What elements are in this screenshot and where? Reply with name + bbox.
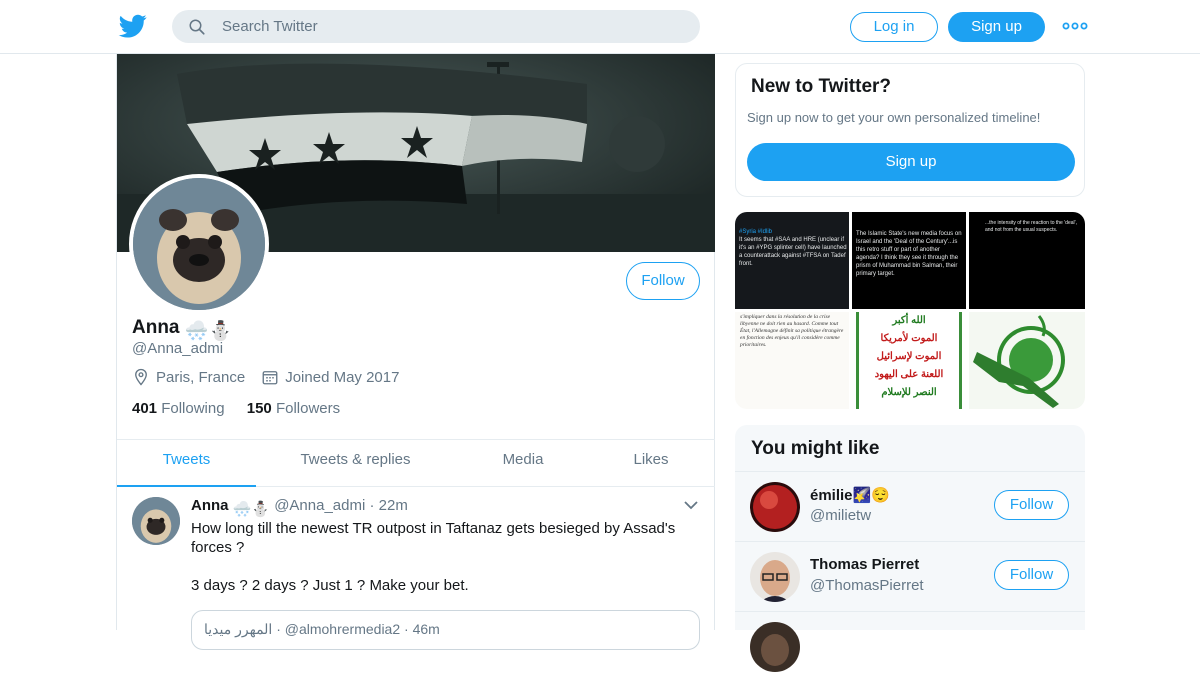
search-icon [189, 19, 205, 35]
media-thumb-3[interactable]: ...the intensity of the reaction to the … [969, 212, 1085, 309]
media-thumb-6[interactable] [969, 312, 1085, 409]
media-grid: #Syria #Idlib It seems that #SAA and HRE… [735, 212, 1085, 409]
tweet-avatar[interactable] [132, 497, 180, 545]
tab-likes[interactable]: Likes [617, 440, 685, 487]
suggested-user-handle: @ThomasPierret [810, 577, 924, 594]
media-thumb-3-text: ...the intensity of the reaction to the … [985, 220, 1077, 233]
slogan-line-3: الموت لإسرائيل [876, 351, 942, 362]
suggested-user-follow-button[interactable]: Follow [994, 560, 1069, 590]
suggested-user-name: Thomas Pierret [810, 556, 920, 573]
suggested-user-name: émilie🌠😌 [810, 486, 890, 504]
tweet-text-line2: 3 days ? 2 days ? Just 1 ? Make your bet… [191, 577, 469, 594]
profile-stats: 401 Following 150 Followers [132, 400, 340, 417]
slogan-line-5: النصر للإسلام [881, 387, 937, 398]
new-to-twitter-subtitle: Sign up now to get your own personalized… [747, 110, 1041, 125]
emblem-image [973, 315, 1065, 408]
top-bar: Log in Sign up [0, 0, 1200, 54]
suggested-user-name-emoji: 🌠😌 [852, 487, 890, 504]
followers-count: 150 [246, 400, 272, 417]
profile-column: Follow Anna 🌨️⛄ @Anna_admi Paris, France… [116, 54, 715, 650]
suggested-user-avatar[interactable] [750, 482, 800, 532]
slogan-line-4: اللعنة على اليهود [874, 369, 944, 380]
calendar-icon [262, 371, 278, 385]
profile-joined: Joined May 2017 [285, 368, 400, 386]
new-to-twitter-title: New to Twitter? [751, 76, 892, 97]
following-link[interactable]: 401 Following [132, 400, 225, 417]
media-thumb-1-tags: #Syria #Idlib [739, 229, 773, 235]
tweet-separator: · [369, 497, 379, 514]
slogan-line-1: الله أكبر [892, 315, 926, 326]
suggested-user-name-text: émilie [810, 487, 853, 504]
tab-media[interactable]: Media [487, 440, 559, 487]
more-options-icon[interactable] [1062, 17, 1088, 35]
tweet-author-name[interactable]: Anna [191, 497, 229, 514]
card-signup-button[interactable]: Sign up [747, 143, 1075, 181]
tweet-author-handle[interactable]: @Anna_admi [274, 497, 365, 514]
suggested-user-follow-button[interactable]: Follow [994, 490, 1069, 520]
you-might-like-panel: You might like émilie🌠😌 @milietw Follow … [735, 425, 1085, 672]
media-thumb-2[interactable]: The Islamic State's new media focus on I… [852, 212, 966, 309]
tweet-author-emoji: 🌨️⛄ [232, 501, 271, 518]
tab-tweets[interactable]: Tweets [117, 440, 256, 487]
quoted-tweet[interactable]: المهرر ميديا · @almohrermedia2 · 46m [191, 610, 700, 650]
signup-button[interactable]: Sign up [948, 12, 1045, 42]
new-to-twitter-card: New to Twitter? Sign up now to get your … [735, 63, 1085, 197]
login-button[interactable]: Log in [850, 12, 938, 42]
media-thumb-5[interactable]: الله أكبر الموت لأمريكا الموت لإسرائيل ا… [852, 312, 966, 409]
profile-handle: @Anna_admi [132, 340, 224, 357]
suggested-user-avatar[interactable] [750, 552, 800, 602]
follow-profile-button[interactable]: Follow [626, 262, 700, 300]
media-thumb-1[interactable]: #Syria #Idlib It seems that #SAA and HRE… [735, 212, 849, 309]
following-label: Following [161, 400, 225, 417]
media-thumb-1-text: It seems that #SAA and HRE (unclear if i… [739, 237, 847, 267]
profile-meta: Paris, France Joined May 2017 [132, 368, 399, 386]
media-thumb-4-text: s'impliquer dans la résolution de la cri… [740, 314, 844, 348]
tweet-header: Anna 🌨️⛄ @Anna_admi · 22m [191, 497, 408, 518]
profile-tabs: Tweets Tweets & replies Media Likes [117, 439, 715, 487]
tweet-time[interactable]: 22m [379, 497, 408, 514]
tweet-text: How long till the newest TR outpost in T… [191, 520, 676, 556]
twitter-logo-icon[interactable] [118, 12, 148, 40]
suggested-user[interactable]: émilie🌠😌 @milietw Follow [735, 471, 1085, 541]
tweet[interactable]: Anna 🌨️⛄ @Anna_admi · 22m How long till … [117, 487, 715, 650]
tab-tweets-replies[interactable]: Tweets & replies [287, 440, 424, 487]
search-input[interactable] [222, 10, 682, 43]
search-box[interactable] [172, 10, 700, 43]
profile-location: Paris, France [156, 368, 246, 386]
media-thumb-2-text: The Islamic State's new media focus on I… [856, 231, 962, 277]
following-count: 401 [132, 400, 158, 417]
chevron-down-icon[interactable] [683, 499, 699, 511]
followers-label: Followers [275, 400, 341, 417]
you-might-like-title: You might like [751, 438, 880, 459]
media-thumb-4[interactable]: s'impliquer dans la résolution de la cri… [735, 312, 849, 409]
followers-link[interactable]: 150 Followers [247, 400, 340, 417]
location-icon [135, 368, 147, 386]
profile-name-text: Anna [132, 317, 180, 338]
profile-avatar[interactable] [129, 174, 269, 314]
suggested-user-handle: @milietw [810, 507, 872, 524]
slogan-line-2: الموت لأمريكا [880, 333, 938, 344]
suggested-user-partial[interactable] [735, 611, 1085, 681]
suggested-user[interactable]: Thomas Pierret @ThomasPierret Follow [735, 541, 1085, 611]
